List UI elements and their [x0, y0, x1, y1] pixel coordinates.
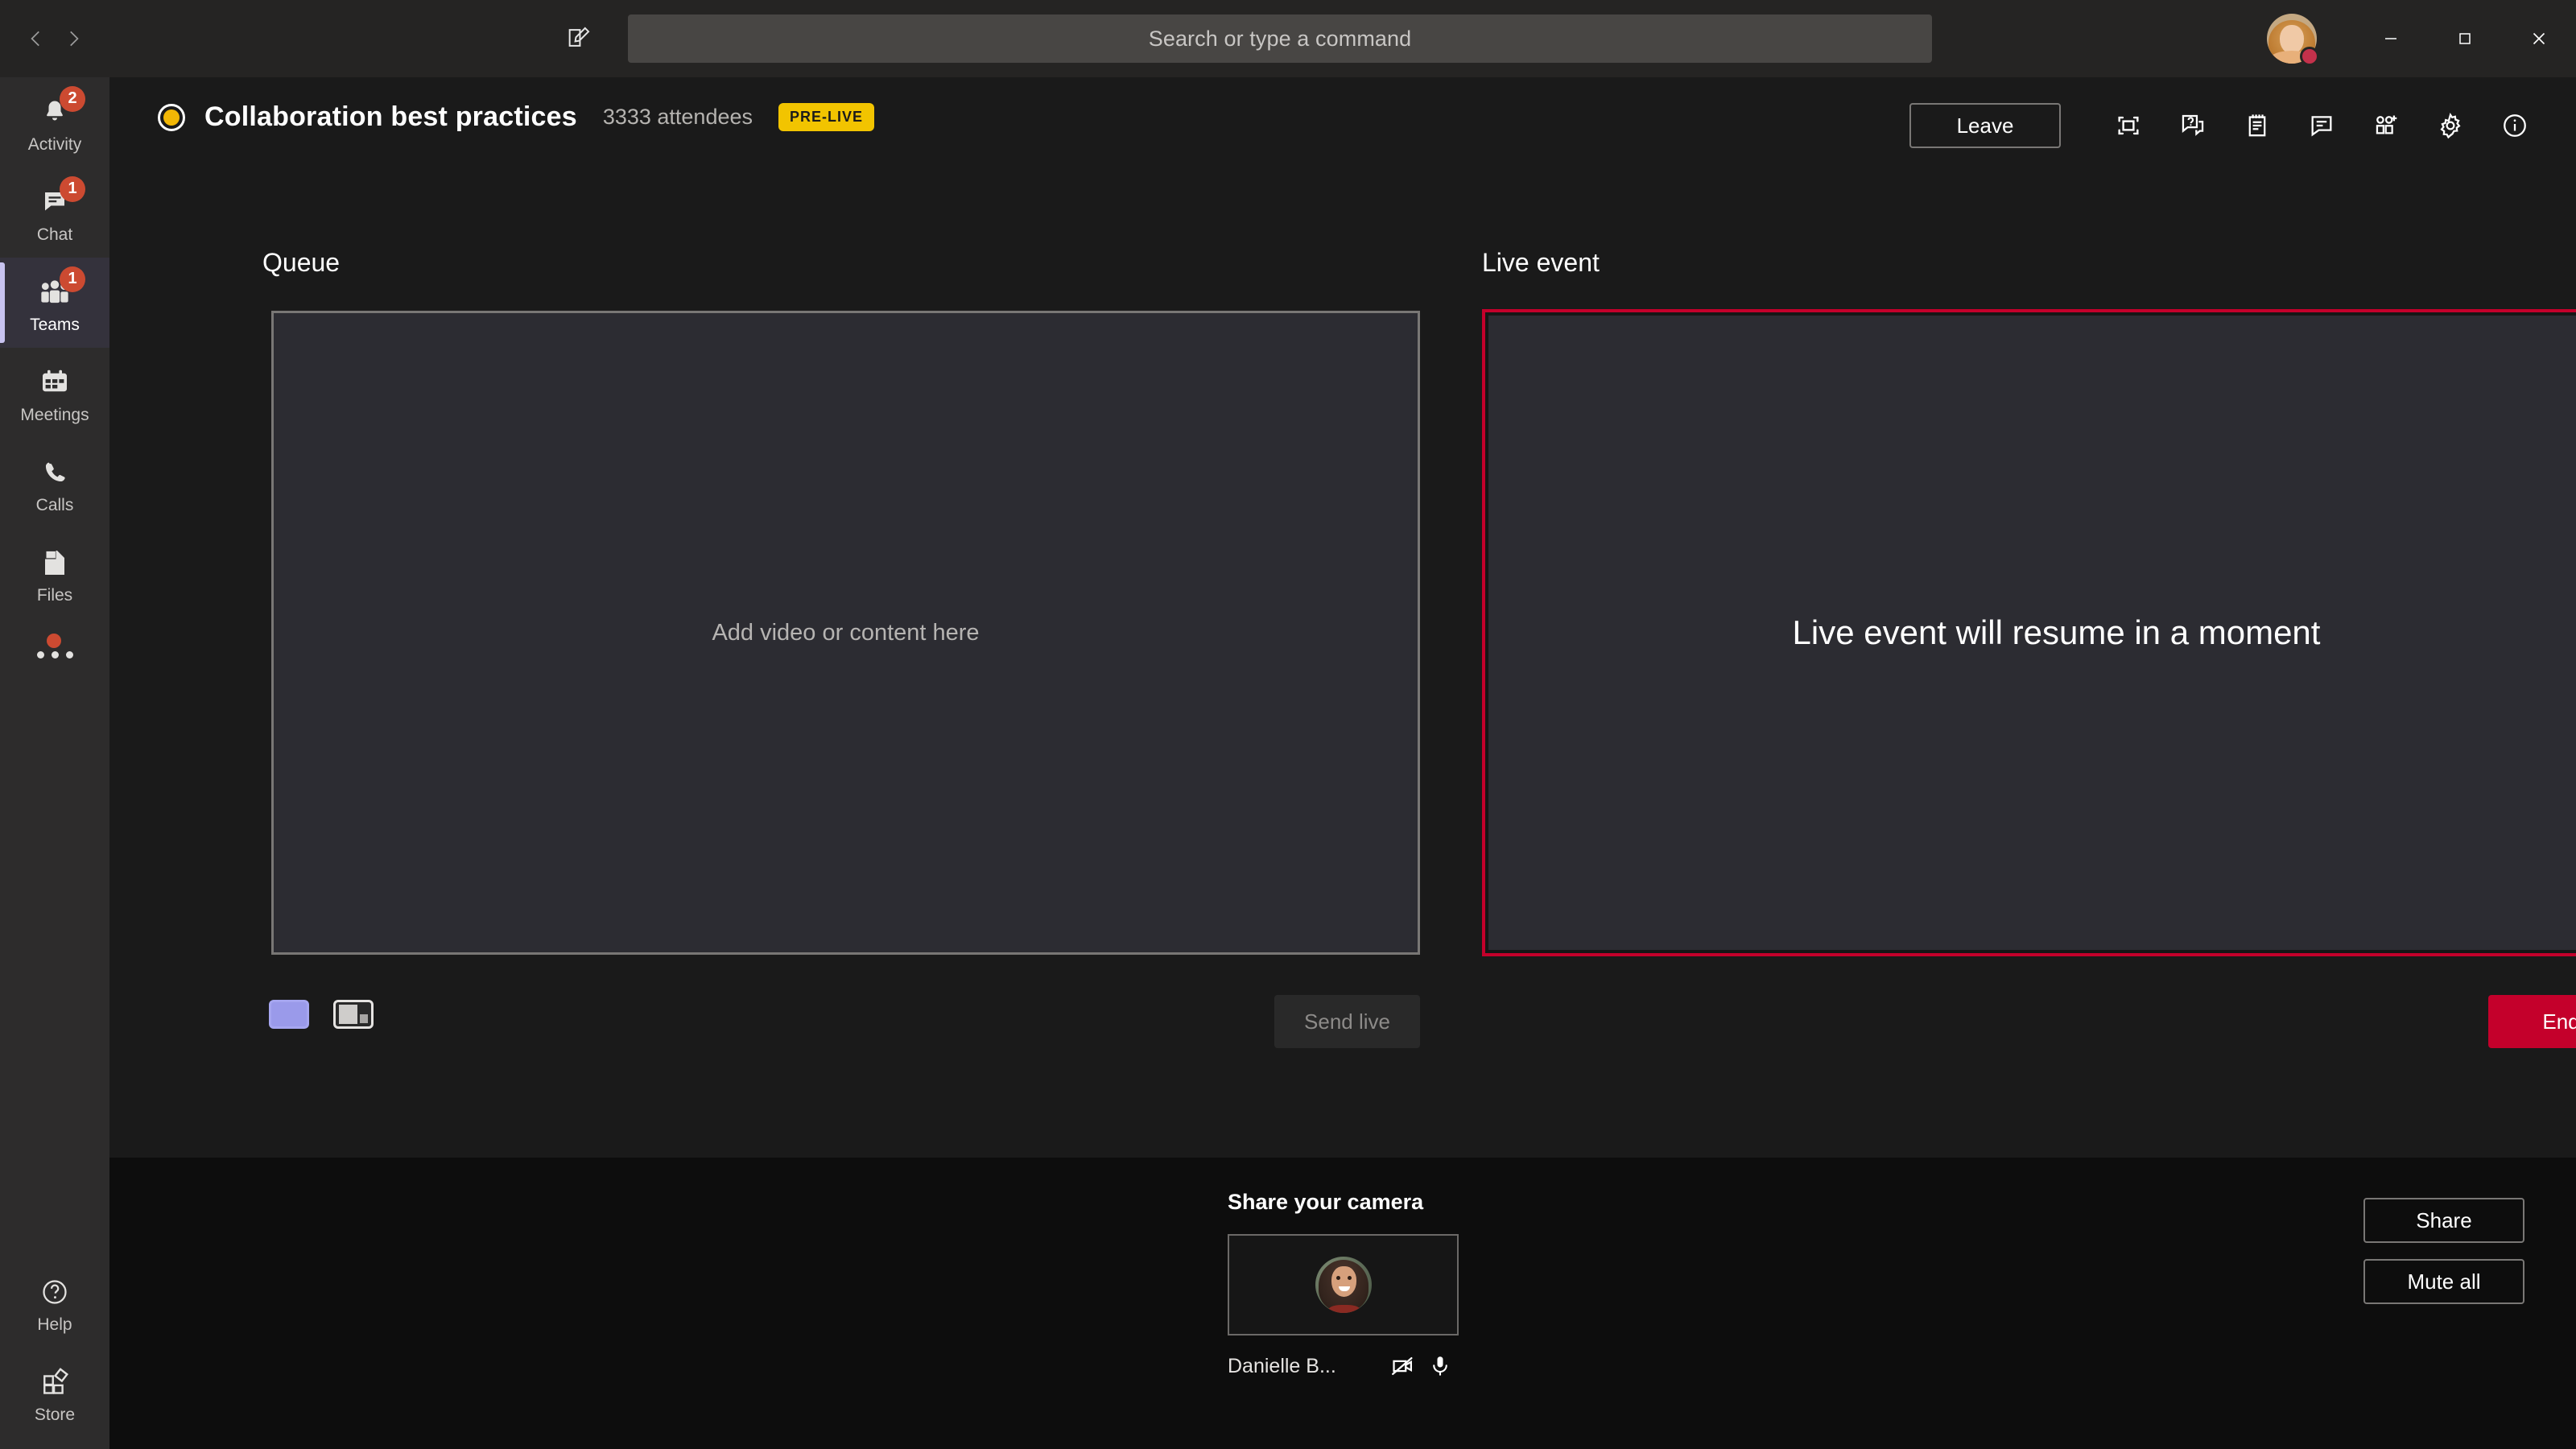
status-badge: PRE-LIVE: [778, 103, 875, 131]
live-panel-label: Live event: [1482, 248, 1600, 277]
microphone-icon[interactable]: [1422, 1350, 1459, 1382]
camera-footer: Danielle B...: [1228, 1350, 1459, 1382]
attendee-count: 3333 attendees: [602, 105, 753, 129]
bell-icon: 2: [34, 85, 85, 131]
fullscreen-icon[interactable]: [2096, 101, 2161, 150]
sidebar-label-activity: Activity: [27, 134, 82, 154]
settings-gear-icon[interactable]: [2418, 101, 2483, 150]
recording-status-icon: [158, 103, 185, 131]
queue-panel[interactable]: Add video or content here: [271, 311, 1420, 955]
send-live-button[interactable]: Send live: [1274, 995, 1420, 1048]
sidebar-item-more[interactable]: [0, 618, 109, 691]
bottom-right-actions: Share Mute all: [2363, 1198, 2524, 1304]
activity-badge: 2: [60, 85, 85, 112]
camera-preview[interactable]: [1228, 1234, 1459, 1335]
sidebar-item-store[interactable]: Store: [0, 1348, 109, 1438]
app-rail: 2 Activity 1 Chat 1 Teams Meetings Calls…: [0, 77, 109, 1449]
compose-pencil-icon: [568, 27, 590, 47]
phone-icon: [34, 453, 76, 492]
event-header: Collaboration best practices 3333 attend…: [158, 101, 875, 133]
chat-badge: 1: [60, 175, 85, 202]
forward-button[interactable]: [55, 20, 92, 57]
sidebar-label-chat: Chat: [36, 225, 73, 244]
share-camera-title: Share your camera: [1228, 1190, 1424, 1214]
queue-placeholder-text: Add video or content here: [712, 619, 980, 646]
back-button[interactable]: [18, 20, 55, 57]
notes-icon[interactable]: [2225, 101, 2289, 150]
compose-button[interactable]: [555, 14, 602, 61]
sidebar-item-activity[interactable]: 2 Activity: [0, 77, 109, 167]
camera-off-icon[interactable]: [1385, 1350, 1422, 1382]
maximize-button[interactable]: [2428, 0, 2502, 77]
presenter-avatar: [1315, 1257, 1372, 1313]
live-event-video-area: Live event will resume in a moment: [1488, 316, 2576, 950]
presence-status-badge: [2300, 47, 2319, 66]
add-people-icon[interactable]: [2354, 101, 2418, 150]
search-bar[interactable]: Search or type a command: [628, 14, 1932, 63]
sidebar-label-teams: Teams: [30, 315, 80, 334]
sidebar-item-meetings[interactable]: Meetings: [0, 348, 109, 438]
bottom-bar: Share your camera Danielle B... Share Mu…: [109, 1158, 2576, 1449]
layout-content-plus-presenter-option[interactable]: [333, 1000, 374, 1029]
presenter-name: Danielle B...: [1228, 1354, 1336, 1377]
teams-badge: 1: [60, 266, 85, 292]
layout-single-option[interactable]: [269, 1000, 309, 1029]
user-avatar-button[interactable]: [2267, 14, 2319, 66]
sidebar-item-files[interactable]: Files: [0, 528, 109, 618]
sidebar-label-store: Store: [34, 1405, 76, 1424]
leave-button[interactable]: Leave: [1909, 103, 2061, 148]
chat-bubble-icon: 1: [34, 175, 85, 221]
people-icon: 1: [34, 266, 85, 312]
files-icon: [34, 543, 76, 582]
main-stage: Collaboration best practices 3333 attend…: [109, 77, 2576, 1158]
minimize-button[interactable]: [2354, 0, 2428, 77]
page-title: Collaboration best practices: [204, 101, 577, 132]
event-toolbar: Leave: [1909, 101, 2547, 150]
navigation-arrows: [0, 0, 109, 77]
chat-icon[interactable]: [2289, 101, 2354, 150]
sidebar-item-help[interactable]: Help: [0, 1257, 109, 1348]
sidebar-label-help: Help: [37, 1315, 72, 1334]
sidebar-label-meetings: Meetings: [20, 405, 89, 424]
rail-bottom-group: Help Store: [0, 1257, 109, 1438]
queue-panel-label: Queue: [262, 248, 341, 277]
chevron-right-icon: [70, 31, 79, 47]
qna-icon[interactable]: [2161, 101, 2225, 150]
mute-all-button[interactable]: Mute all: [2363, 1259, 2524, 1304]
sidebar-label-calls: Calls: [35, 495, 74, 514]
live-event-message: Live event will resume in a moment: [1792, 613, 2321, 651]
live-event-panel: Live event will resume in a moment: [1482, 309, 2576, 956]
layout-selector: [269, 1000, 374, 1029]
sidebar-item-teams[interactable]: 1 Teams: [0, 258, 109, 348]
sidebar-item-chat[interactable]: 1 Chat: [0, 167, 109, 258]
help-circle-icon: [34, 1273, 76, 1311]
end-button[interactable]: End: [2488, 995, 2576, 1048]
minimize-icon: [2385, 38, 2396, 39]
more-badge-dot: [47, 634, 61, 648]
search-placeholder: Search or type a command: [1148, 26, 1412, 51]
sidebar-label-files: Files: [36, 585, 73, 605]
maximize-icon: [2459, 33, 2471, 44]
share-button[interactable]: Share: [2363, 1198, 2524, 1243]
calendar-icon: [34, 363, 76, 402]
close-icon: [2533, 32, 2545, 45]
title-bar: Search or type a command: [0, 0, 2576, 77]
chevron-left-icon: [31, 31, 39, 47]
more-dots-icon: [34, 634, 76, 674]
sidebar-item-calls[interactable]: Calls: [0, 438, 109, 528]
window-controls-group: [2267, 0, 2576, 77]
store-grid-icon: [34, 1363, 76, 1402]
close-button[interactable]: [2502, 0, 2576, 77]
share-camera-section: Share your camera Danielle B...: [1223, 1190, 1513, 1382]
info-icon[interactable]: [2483, 101, 2547, 150]
